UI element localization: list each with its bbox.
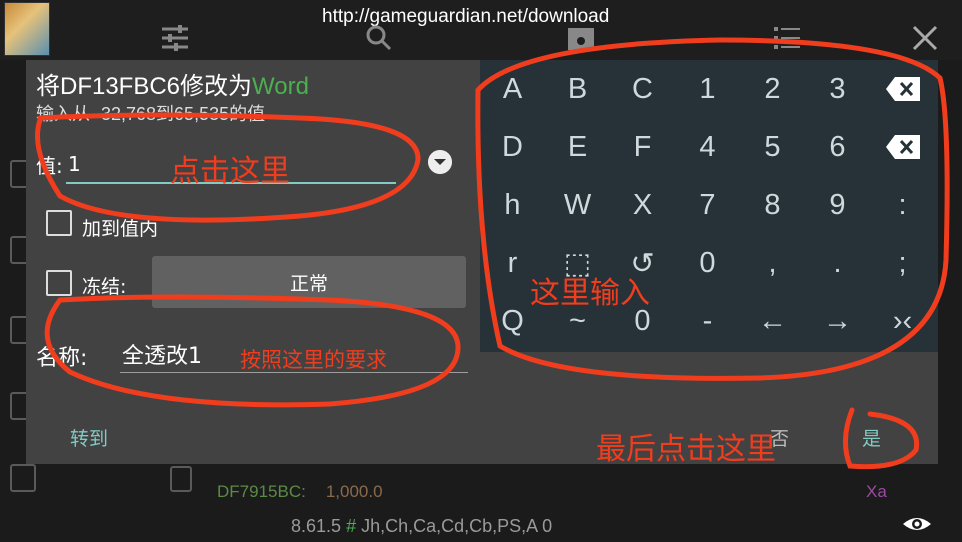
backspace-key[interactable] <box>870 118 935 176</box>
chevron-down-icon[interactable] <box>428 150 452 174</box>
key-3-4[interactable]: , <box>740 234 805 292</box>
freeze-checkbox[interactable] <box>46 270 72 296</box>
key-3-6[interactable]: ; <box>870 234 935 292</box>
yes-button[interactable]: 是 <box>862 424 881 451</box>
key-4-3[interactable]: - <box>675 292 740 350</box>
dialog-title-prefix: 将DF13FBC6修改为 <box>36 73 253 100</box>
list-item[interactable]: DF7915BC: 1,000.0 <box>217 482 383 502</box>
key-0-0[interactable]: A <box>480 60 545 118</box>
annotation-name-hint: 按照这里的要求 <box>240 348 387 372</box>
backspace-icon <box>885 135 920 159</box>
freeze-mode-select[interactable]: 正常 <box>152 256 466 308</box>
add-to-value-checkbox[interactable] <box>46 210 72 236</box>
key-1-1[interactable]: E <box>545 118 610 176</box>
backspace-key[interactable] <box>870 60 935 118</box>
key-2-3[interactable]: 7 <box>675 176 740 234</box>
key-0-3[interactable]: 1 <box>675 60 740 118</box>
key-1-3[interactable]: 4 <box>675 118 740 176</box>
key-2-5[interactable]: 9 <box>805 176 870 234</box>
status-regions: Jh,Ch,Ca,Cd,Cb,PS,A 0 <box>361 516 553 536</box>
key-4-5[interactable]: → <box>805 292 870 350</box>
key-1-0[interactable]: D <box>480 118 545 176</box>
close-icon[interactable] <box>910 24 940 52</box>
key-3-5[interactable]: . <box>805 234 870 292</box>
name-label: 名称: <box>36 346 88 371</box>
list-checkbox[interactable] <box>170 466 192 492</box>
eye-icon[interactable] <box>902 512 932 536</box>
value-text: 1,000.0 <box>325 482 383 501</box>
toolbar: http://gameguardian.net/download <box>0 0 962 60</box>
backspace-icon <box>885 77 920 101</box>
key-2-1[interactable]: W <box>545 176 610 234</box>
search-icon[interactable] <box>364 24 394 52</box>
key-4-6[interactable]: ›‹ <box>870 292 935 350</box>
annotation-finally-tap: 最后点击这里 <box>596 432 776 467</box>
key-4-4[interactable]: ← <box>740 292 805 350</box>
annotation-input-here: 这里输入 <box>530 276 650 311</box>
type-suffix: Xa <box>866 482 887 501</box>
annotation-tap-here: 点击这里 <box>170 154 290 189</box>
key-2-2[interactable]: X <box>610 176 675 234</box>
save-icon[interactable] <box>566 24 596 52</box>
key-3-3[interactable]: 0 <box>675 234 740 292</box>
goto-button[interactable]: 转到 <box>70 424 108 451</box>
dialog-title-type: Word <box>252 73 309 100</box>
status-bar: 8.61.5 # Jh,Ch,Ca,Cd,Cb,PS,A 0 <box>291 516 552 537</box>
status-version: 8.61.5 <box>291 516 342 536</box>
key-0-4[interactable]: 2 <box>740 60 805 118</box>
status-hash: # <box>346 516 357 536</box>
dialog-title: 将DF13FBC6修改为Word <box>36 66 309 101</box>
key-1-4[interactable]: 5 <box>740 118 805 176</box>
key-1-5[interactable]: 6 <box>805 118 870 176</box>
key-2-4[interactable]: 8 <box>740 176 805 234</box>
dialog-subtitle: 输入从 -32,768到65,535的值 <box>36 104 266 124</box>
add-to-value-label: 加到值内 <box>82 218 159 240</box>
tune-icon[interactable] <box>160 24 190 52</box>
list-icon[interactable] <box>772 24 802 52</box>
key-1-2[interactable]: F <box>610 118 675 176</box>
key-2-6[interactable]: : <box>870 176 935 234</box>
key-0-2[interactable]: C <box>610 60 675 118</box>
freeze-label: 冻结: <box>82 276 127 298</box>
key-2-0[interactable]: h <box>480 176 545 234</box>
app-avatar[interactable] <box>4 2 50 56</box>
list-checkbox[interactable] <box>10 464 36 492</box>
key-0-1[interactable]: B <box>545 60 610 118</box>
value-label: 值: <box>36 154 63 178</box>
key-0-5[interactable]: 3 <box>805 60 870 118</box>
address-text: DF7915BC: <box>217 482 306 501</box>
